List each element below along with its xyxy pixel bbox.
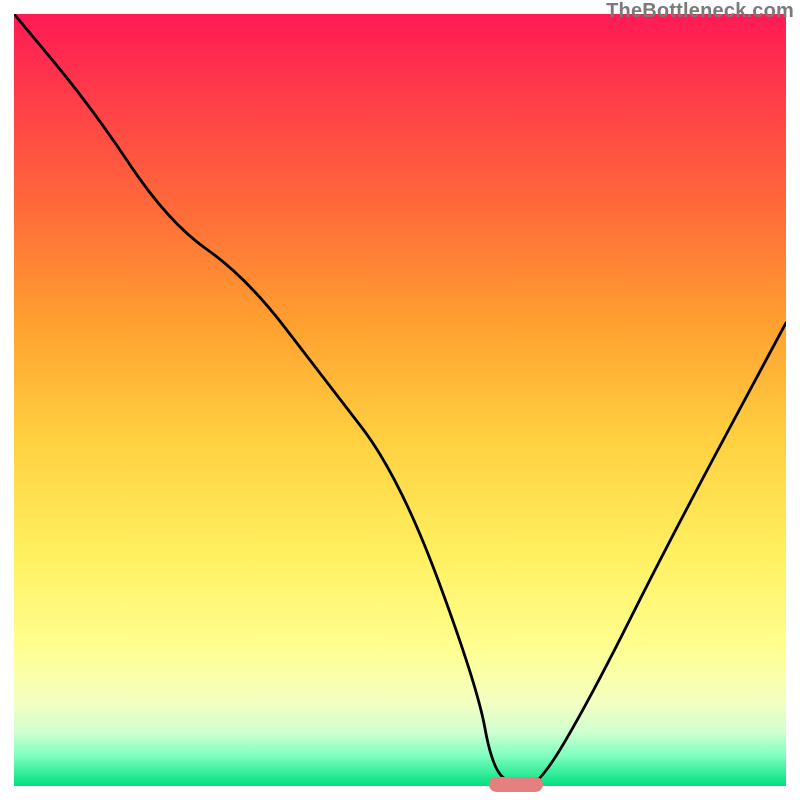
optimal-marker — [489, 777, 543, 792]
chart-curve — [14, 14, 786, 786]
bottleneck-chart: TheBottleneck.com — [0, 0, 800, 800]
watermark-text: TheBottleneck.com — [606, 0, 794, 23]
